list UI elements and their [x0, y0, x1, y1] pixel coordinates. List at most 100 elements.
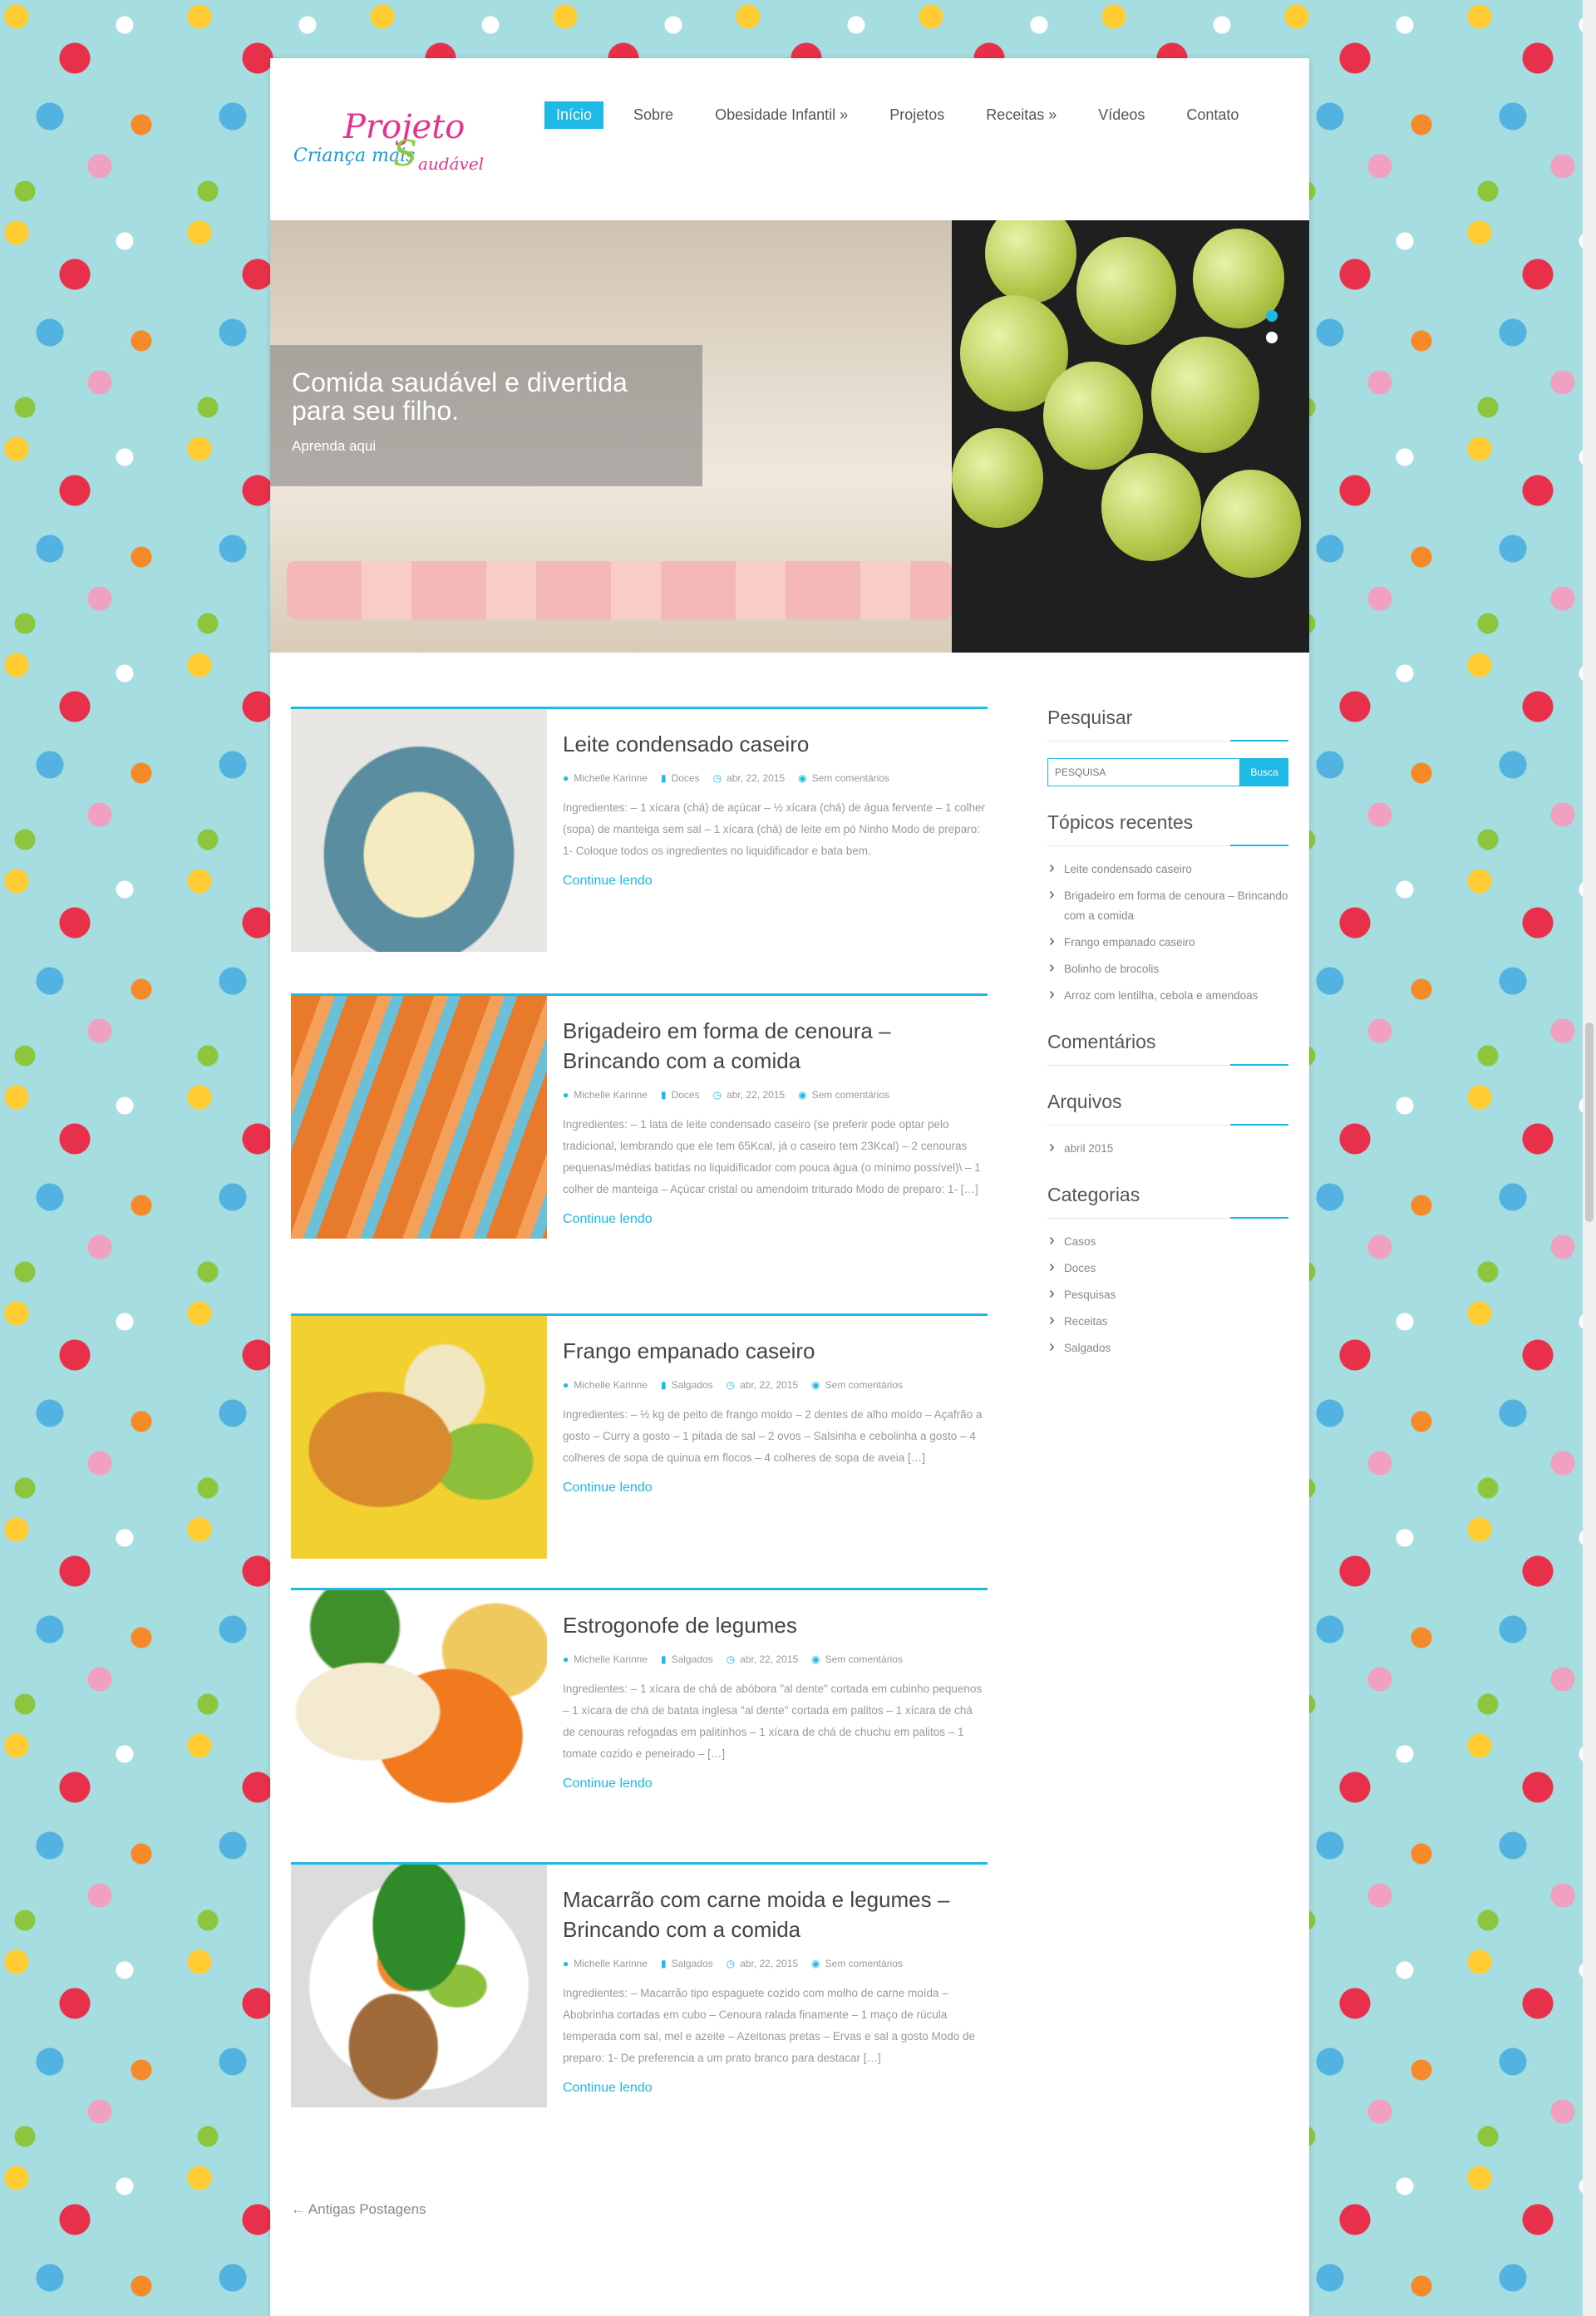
post-item: Leite condensado caseiro ● Michelle Karin… [291, 707, 988, 952]
slide-title: Comida saudável e divertida para seu fil… [292, 367, 628, 426]
widget-title-recent: Tópicos recentes [1047, 811, 1288, 846]
post-date: abr, 22, 2015 [727, 772, 786, 784]
hero-slider[interactable]: Comida saudável e divertida para seu fil… [270, 220, 1309, 653]
widget-recent-posts: Tópicos recentes Leite condensado caseir… [1047, 811, 1288, 1006]
post-item: Macarrão com carne moida e legumes – Bri… [291, 1862, 988, 2107]
continue-reading-link[interactable]: Continue lendo [563, 874, 653, 889]
widget-categories: Categorias Casos Doces Pesquisas Receita… [1047, 1184, 1288, 1358]
post-comments[interactable]: Sem comentários [825, 1653, 903, 1665]
category-link[interactable]: Doces [1047, 1257, 1288, 1279]
search-button[interactable]: Busca [1240, 758, 1288, 786]
post-title[interactable]: Frango empanado caseiro [563, 1336, 987, 1366]
category-link[interactable]: Receitas [1047, 1310, 1288, 1332]
scrollbar-thumb[interactable] [1585, 1022, 1594, 1222]
post-date: abr, 22, 2015 [740, 1958, 799, 1969]
nav-item-inicio[interactable]: Início [544, 101, 604, 129]
widget-title-search: Pesquisar [1047, 707, 1288, 742]
post-meta: ● Michelle Karinne ▮ Salgados ◷ abr, 22, 20… [563, 1379, 987, 1391]
continue-reading-link[interactable]: Continue lendo [563, 2081, 653, 2096]
bookmark-icon: ▮ [660, 772, 667, 784]
slider-dots [1266, 310, 1278, 353]
post-thumbnail[interactable] [291, 1316, 547, 1559]
recent-post-link[interactable]: Frango empanado caseiro [1047, 931, 1288, 953]
post-title[interactable]: Macarrão com carne moida e legumes – Bri… [563, 1885, 987, 1944]
category-link[interactable]: Casos [1047, 1230, 1288, 1252]
recent-post-link[interactable]: Brigadeiro em forma de cenoura – Brincan… [1047, 885, 1288, 926]
post-comments[interactable]: Sem comentários [812, 772, 889, 784]
search-input[interactable] [1047, 758, 1240, 786]
post-category[interactable]: Salgados [672, 1958, 713, 1969]
slider-dot-1[interactable] [1266, 310, 1278, 322]
continue-reading-link[interactable]: Continue lendo [563, 1212, 653, 1227]
archive-link[interactable]: abril 2015 [1047, 1137, 1288, 1159]
post-thumbnail[interactable] [291, 709, 547, 952]
post-title[interactable]: Leite condensado caseiro [563, 729, 987, 759]
slide-image-ham [287, 561, 952, 619]
widget-title-categories: Categorias [1047, 1184, 1288, 1219]
bookmark-icon: ▮ [660, 1653, 667, 1665]
slide-caption: Comida saudável e divertida para seu fil… [270, 345, 702, 486]
post-excerpt: Ingredientes: – ½ kg de peito de frango … [563, 1408, 983, 1464]
slide-link[interactable]: Aprenda aqui [292, 438, 681, 455]
post-comments[interactable]: Sem comentários [812, 1089, 889, 1101]
search-form: Busca [1047, 758, 1288, 786]
nav-item-obesidade[interactable]: Obesidade Infantil » [703, 101, 860, 129]
clock-icon: ◷ [726, 1653, 736, 1665]
category-link[interactable]: Pesquisas [1047, 1284, 1288, 1305]
bookmark-icon: ▮ [660, 1958, 667, 1969]
page-scrollbar[interactable] [1583, 0, 1596, 2316]
slide-image-grapes [952, 220, 1309, 653]
post-comments[interactable]: Sem comentários [825, 1379, 903, 1391]
recent-post-link[interactable]: Leite condensado caseiro [1047, 858, 1288, 880]
post-category[interactable]: Doces [672, 1089, 700, 1101]
post-author[interactable]: Michelle Karinne [574, 1379, 648, 1391]
post-meta: ● Michelle Karinne ▮ Doces ◷ abr, 22, 2015 … [563, 1089, 987, 1101]
post-title[interactable]: Estrogonofe de legumes [563, 1610, 987, 1640]
clock-icon: ◷ [726, 1379, 736, 1391]
category-link[interactable]: Salgados [1047, 1337, 1288, 1358]
nav-item-contato[interactable]: Contato [1175, 101, 1250, 129]
post-meta: ● Michelle Karinne ▮ Doces ◷ abr, 22, 2015 … [563, 772, 987, 784]
user-icon: ● [563, 1379, 569, 1391]
post-date: abr, 22, 2015 [727, 1089, 786, 1101]
nav-item-sobre[interactable]: Sobre [622, 101, 685, 129]
post-thumbnail[interactable] [291, 996, 547, 1239]
comments-icon: ◉ [798, 772, 807, 784]
nav-item-videos[interactable]: Vídeos [1086, 101, 1156, 129]
post-thumbnail[interactable] [291, 1865, 547, 2107]
bookmark-icon: ▮ [660, 1089, 667, 1101]
widget-search: Pesquisar Busca [1047, 707, 1288, 786]
post-title[interactable]: Brigadeiro em forma de cenoura – Brincan… [563, 1016, 987, 1076]
post-item: Estrogonofe de legumes ● Michelle Karinne… [291, 1588, 988, 1833]
slider-dot-2[interactable] [1266, 332, 1278, 343]
nav-item-receitas[interactable]: Receitas » [974, 101, 1068, 129]
post-author[interactable]: Michelle Karinne [574, 772, 648, 784]
older-posts-link[interactable]: ← Antigas Postagens [291, 2201, 426, 2218]
post-category[interactable]: Doces [672, 772, 700, 784]
comments-icon: ◉ [811, 1653, 820, 1665]
comments-icon: ◉ [811, 1958, 820, 1969]
post-category[interactable]: Salgados [672, 1379, 713, 1391]
widget-comments: Comentários [1047, 1031, 1288, 1066]
site-header: Projeto Criança mais S audável Início So… [270, 58, 1309, 220]
main-nav: Início Sobre Obesidade Infantil » Projet… [544, 101, 1268, 129]
post-meta: ● Michelle Karinne ▮ Salgados ◷ abr, 22, 20… [563, 1653, 987, 1665]
post-thumbnail[interactable] [291, 1590, 547, 1833]
post-item: Brigadeiro em forma de cenoura – Brincan… [291, 993, 988, 1239]
post-category[interactable]: Salgados [672, 1653, 713, 1665]
post-author[interactable]: Michelle Karinne [574, 1958, 648, 1969]
continue-reading-link[interactable]: Continue lendo [563, 1481, 653, 1496]
post-author[interactable]: Michelle Karinne [574, 1089, 648, 1101]
nav-item-projetos[interactable]: Projetos [878, 101, 956, 129]
sidebar: Pesquisar Busca Tópicos recentes Leite c… [1047, 707, 1288, 1383]
site-logo[interactable]: Projeto Criança mais S audável [293, 100, 501, 191]
post-comments[interactable]: Sem comentários [825, 1958, 903, 1969]
clock-icon: ◷ [712, 772, 722, 784]
recent-post-link[interactable]: Arroz com lentilha, cebola e amendoas [1047, 984, 1288, 1006]
post-author[interactable]: Michelle Karinne [574, 1653, 648, 1665]
continue-reading-link[interactable]: Continue lendo [563, 1776, 653, 1791]
recent-post-link[interactable]: Bolinho de brocolis [1047, 958, 1288, 979]
post-excerpt: Ingredientes: – 1 lata de leite condensa… [563, 1118, 981, 1195]
comments-icon: ◉ [798, 1089, 807, 1101]
comments-icon: ◉ [811, 1379, 820, 1391]
